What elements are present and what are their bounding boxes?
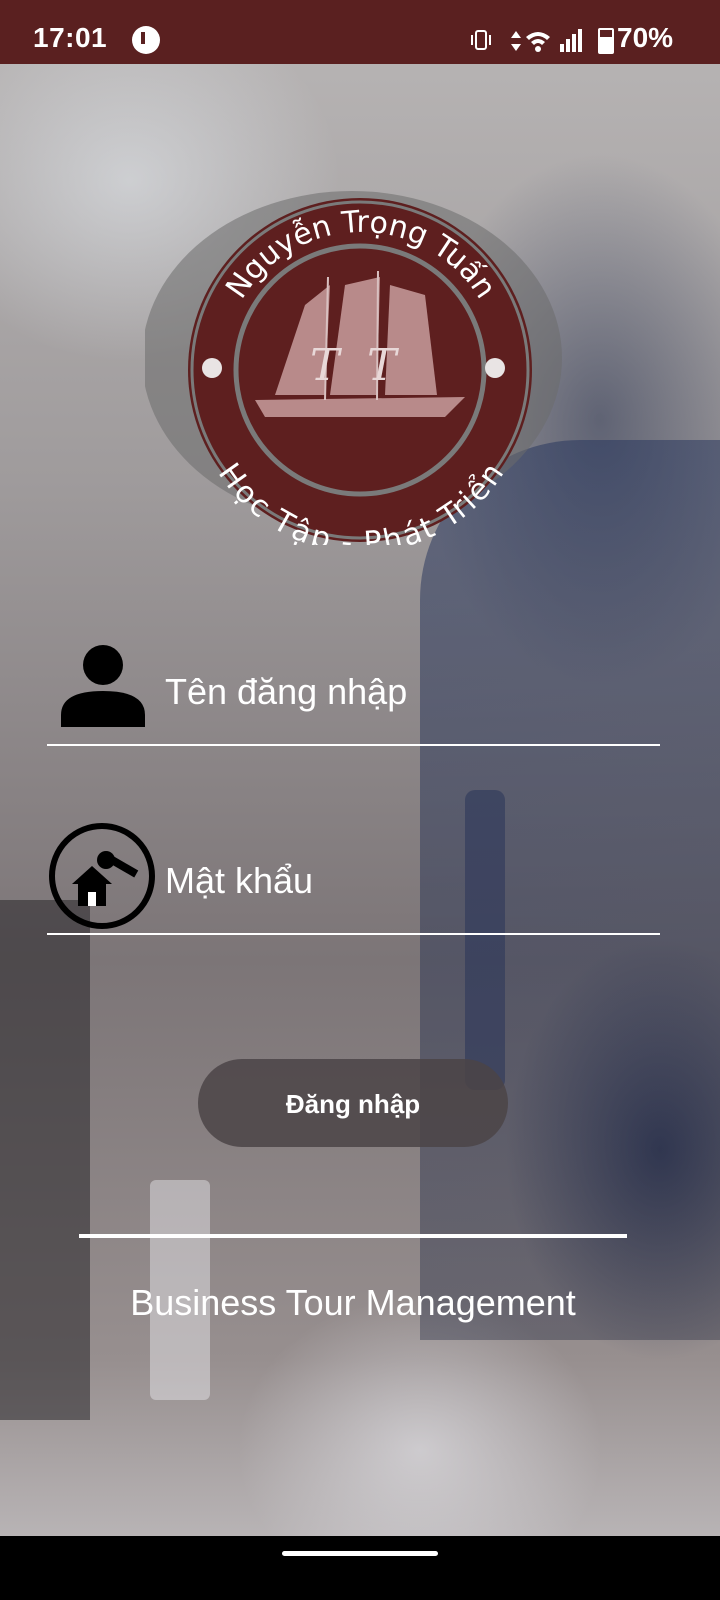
monogram-left: T <box>310 340 343 391</box>
battery-icon <box>598 28 614 54</box>
notification-icon <box>132 26 160 54</box>
app-name: Business Tour Management <box>130 1282 576 1323</box>
user-icon <box>61 645 145 727</box>
wifi-icon <box>526 32 550 52</box>
data-arrows-icon <box>511 31 521 51</box>
password-input[interactable] <box>163 853 647 909</box>
username-input[interactable] <box>163 664 647 720</box>
login-button[interactable]: Đăng nhập <box>198 1059 508 1147</box>
background-laptop <box>0 900 90 1420</box>
footer-divider <box>79 1234 627 1238</box>
status-icons <box>471 29 582 52</box>
signal-icon <box>560 29 582 52</box>
status-bar: 17:01 70% <box>0 0 720 64</box>
username-underline <box>47 744 660 746</box>
rose-left-icon <box>202 358 222 378</box>
monogram-right: T <box>367 340 400 391</box>
password-underline <box>47 933 660 935</box>
home-gesture-handle[interactable] <box>282 1551 438 1556</box>
vibrate-icon <box>471 30 491 50</box>
home-key-icon <box>49 823 155 929</box>
navigation-bar <box>0 1536 720 1600</box>
brand-logo: T T Nguyễn Trọng Tuấn Học Tập - Phát Tri… <box>145 191 562 545</box>
background-tie <box>465 790 505 1090</box>
rose-right-icon <box>485 358 505 378</box>
status-time: 17:01 <box>33 22 108 53</box>
battery-percent: 70% <box>617 22 674 53</box>
